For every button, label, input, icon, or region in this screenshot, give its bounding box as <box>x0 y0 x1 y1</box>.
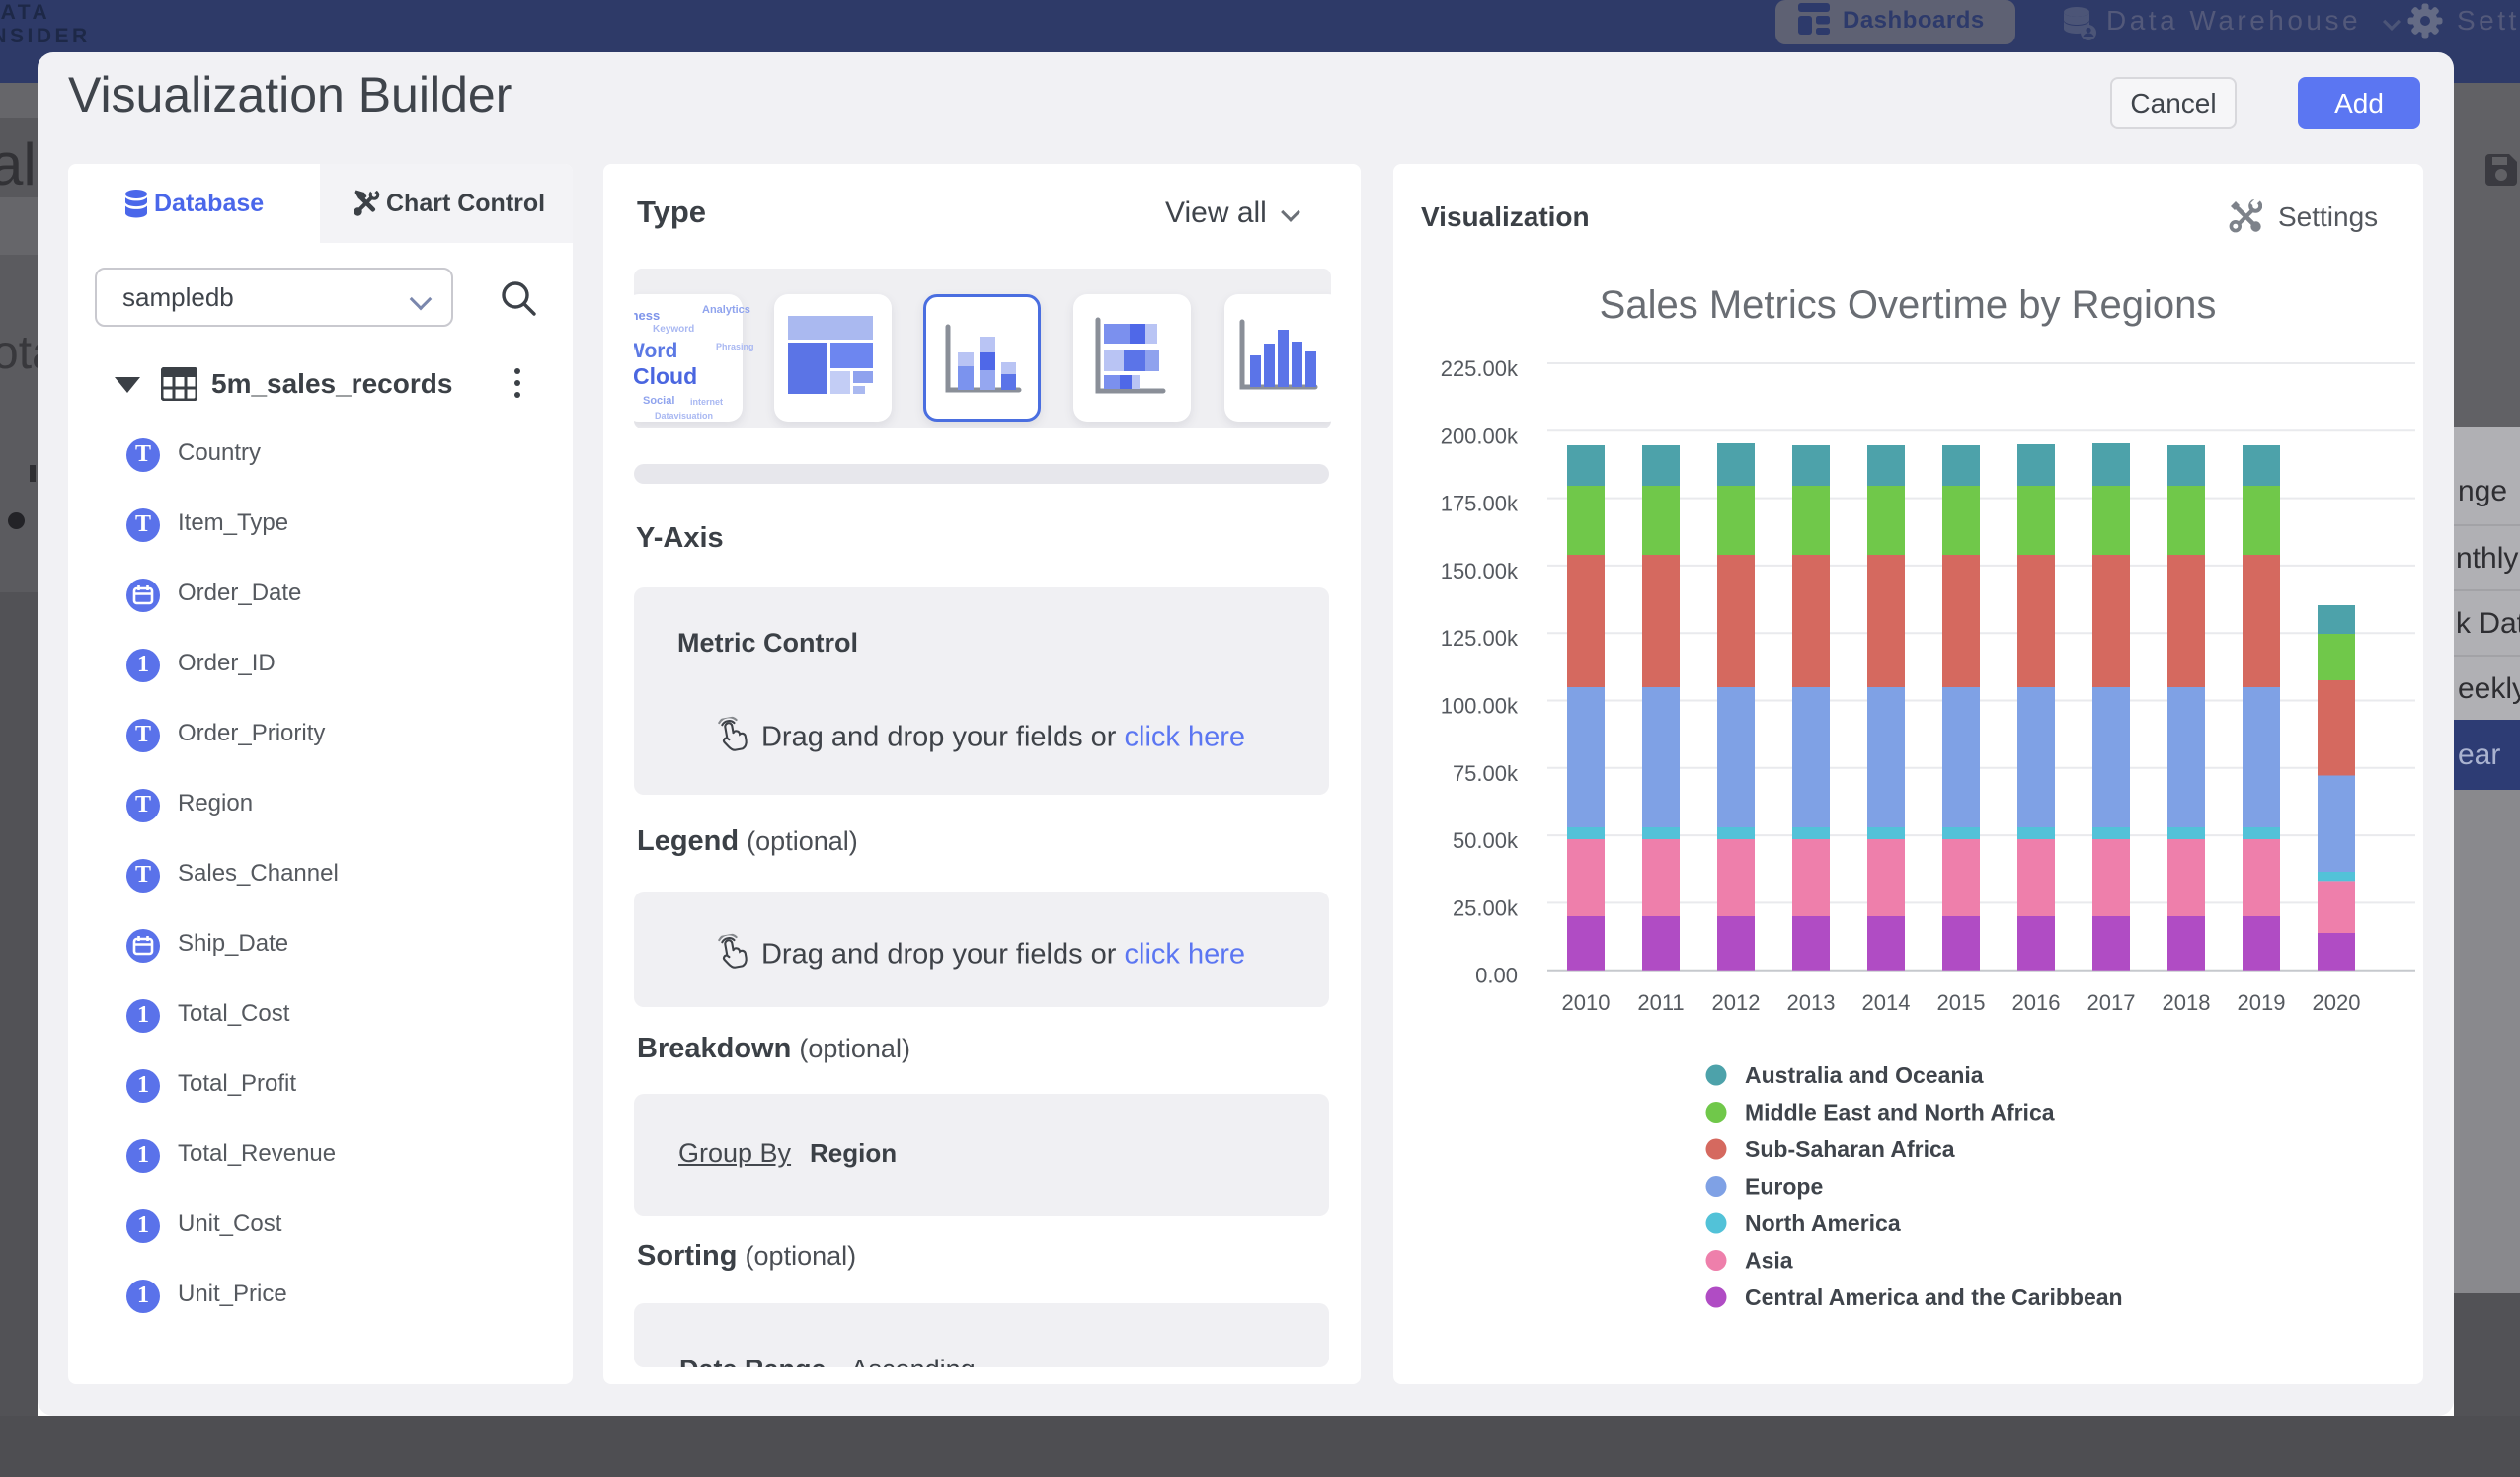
svg-text:0.00: 0.00 <box>1475 964 1518 988</box>
svg-text:125.00k: 125.00k <box>1441 626 1519 651</box>
svg-text:Australia and Oceania: Australia and Oceania <box>1745 1062 1984 1088</box>
svg-text:Sub-Saharan Africa: Sub-Saharan Africa <box>1745 1136 1955 1162</box>
svg-text:100.00k: 100.00k <box>1441 694 1519 719</box>
svg-text:2019: 2019 <box>2238 990 2286 1015</box>
svg-text:2013: 2013 <box>1787 990 1836 1015</box>
svg-text:2011: 2011 <box>1637 990 1684 1015</box>
svg-text:25.00k: 25.00k <box>1453 895 1519 920</box>
svg-text:Central America and the Caribb: Central America and the Caribbean <box>1745 1284 2123 1310</box>
svg-text:225.00k: 225.00k <box>1441 356 1519 381</box>
svg-text:2015: 2015 <box>1937 990 1986 1015</box>
svg-text:Sales Metrics Overtime by Regi: Sales Metrics Overtime by Regions <box>1600 283 2217 327</box>
svg-text:2014: 2014 <box>1862 990 1911 1015</box>
svg-text:150.00k: 150.00k <box>1441 559 1519 583</box>
svg-text:North America: North America <box>1745 1210 1901 1236</box>
svg-text:2017: 2017 <box>2087 990 2136 1015</box>
svg-text:2018: 2018 <box>2163 990 2211 1015</box>
svg-text:Europe: Europe <box>1745 1174 1823 1200</box>
svg-text:75.00k: 75.00k <box>1453 761 1519 786</box>
svg-text:50.00k: 50.00k <box>1453 828 1519 853</box>
svg-text:2020: 2020 <box>2313 990 2361 1015</box>
svg-text:2010: 2010 <box>1562 990 1611 1015</box>
svg-text:2012: 2012 <box>1712 990 1761 1015</box>
svg-text:200.00k: 200.00k <box>1441 424 1519 448</box>
svg-text:Middle East and North Africa: Middle East and North Africa <box>1745 1100 2055 1126</box>
svg-text:Asia: Asia <box>1745 1248 1793 1274</box>
svg-text:2016: 2016 <box>2012 990 2061 1015</box>
svg-text:175.00k: 175.00k <box>1441 492 1519 516</box>
